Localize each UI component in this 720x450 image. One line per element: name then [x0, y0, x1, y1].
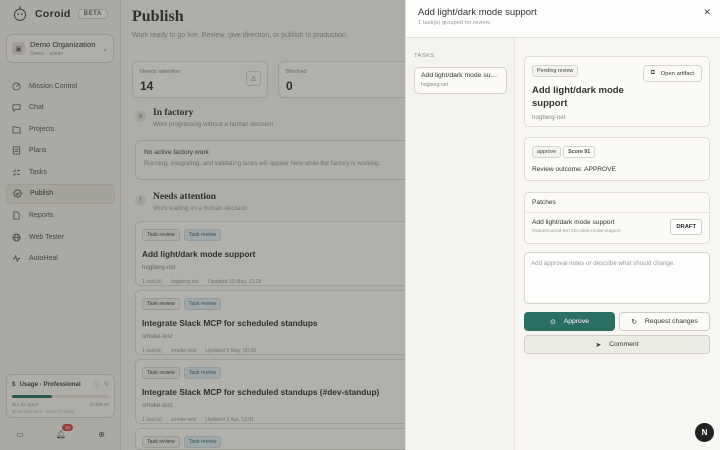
- task-summary-card: Pending review ⧉ Open artifact Add light/…: [524, 56, 710, 127]
- patches-label: Patches: [525, 193, 709, 213]
- patches-card: Patches Add light/dark mode support feat…: [524, 192, 710, 244]
- request-changes-button[interactable]: ↻ Request changes: [619, 312, 710, 331]
- status-badge: Pending review: [532, 65, 579, 77]
- drawer-title: Add light/dark mode support: [418, 7, 537, 18]
- drawer-header: Add light/dark mode support 1 task(s) gr…: [406, 0, 720, 38]
- task-title: Add light/dark mode support: [421, 72, 500, 79]
- comment-button[interactable]: ➤ Comment: [524, 335, 710, 354]
- review-tag: approve: [532, 146, 562, 158]
- review-drawer: Add light/dark mode support 1 task(s) gr…: [405, 0, 720, 450]
- detail-title: Add light/dark mode support: [532, 85, 624, 109]
- close-icon[interactable]: ✕: [703, 7, 711, 18]
- draft-badge: DRAFT: [670, 219, 702, 235]
- task-slug: hogberg-net: [421, 82, 448, 88]
- tasks-list: TASKS Add light/dark mode support hogber…: [406, 38, 515, 450]
- review-outcome-card: approve Score 91 Review outcome: APPROVE: [524, 137, 710, 181]
- request-changes-label: Request changes: [644, 318, 698, 325]
- check-circle-icon: ⊙: [549, 318, 556, 326]
- detail-slug: hogberg-net: [532, 114, 566, 121]
- drawer-subtitle: 1 task(s) grouped for review.: [418, 20, 492, 26]
- task-list-item[interactable]: Add light/dark mode support hogberg-net: [414, 67, 507, 94]
- approval-notes-input[interactable]: Add approval notes or describe what shou…: [524, 252, 710, 304]
- tasks-label: TASKS: [414, 53, 435, 59]
- review-outcome: Review outcome: APPROVE: [532, 166, 616, 173]
- send-icon: ➤: [595, 341, 602, 349]
- open-artifact-label: Open artifact: [660, 70, 694, 77]
- refresh-icon: ↻: [631, 318, 637, 326]
- approve-button[interactable]: ⊙ Approve: [524, 312, 615, 331]
- modal-backdrop[interactable]: [0, 0, 405, 450]
- assistant-fab-button[interactable]: N: [695, 423, 714, 442]
- score-tag: Score 91: [563, 146, 596, 158]
- comment-label: Comment: [609, 341, 639, 348]
- open-artifact-button[interactable]: ⧉ Open artifact: [642, 65, 702, 82]
- approve-label: Approve: [563, 318, 590, 325]
- external-link-icon: ⧉: [650, 70, 655, 76]
